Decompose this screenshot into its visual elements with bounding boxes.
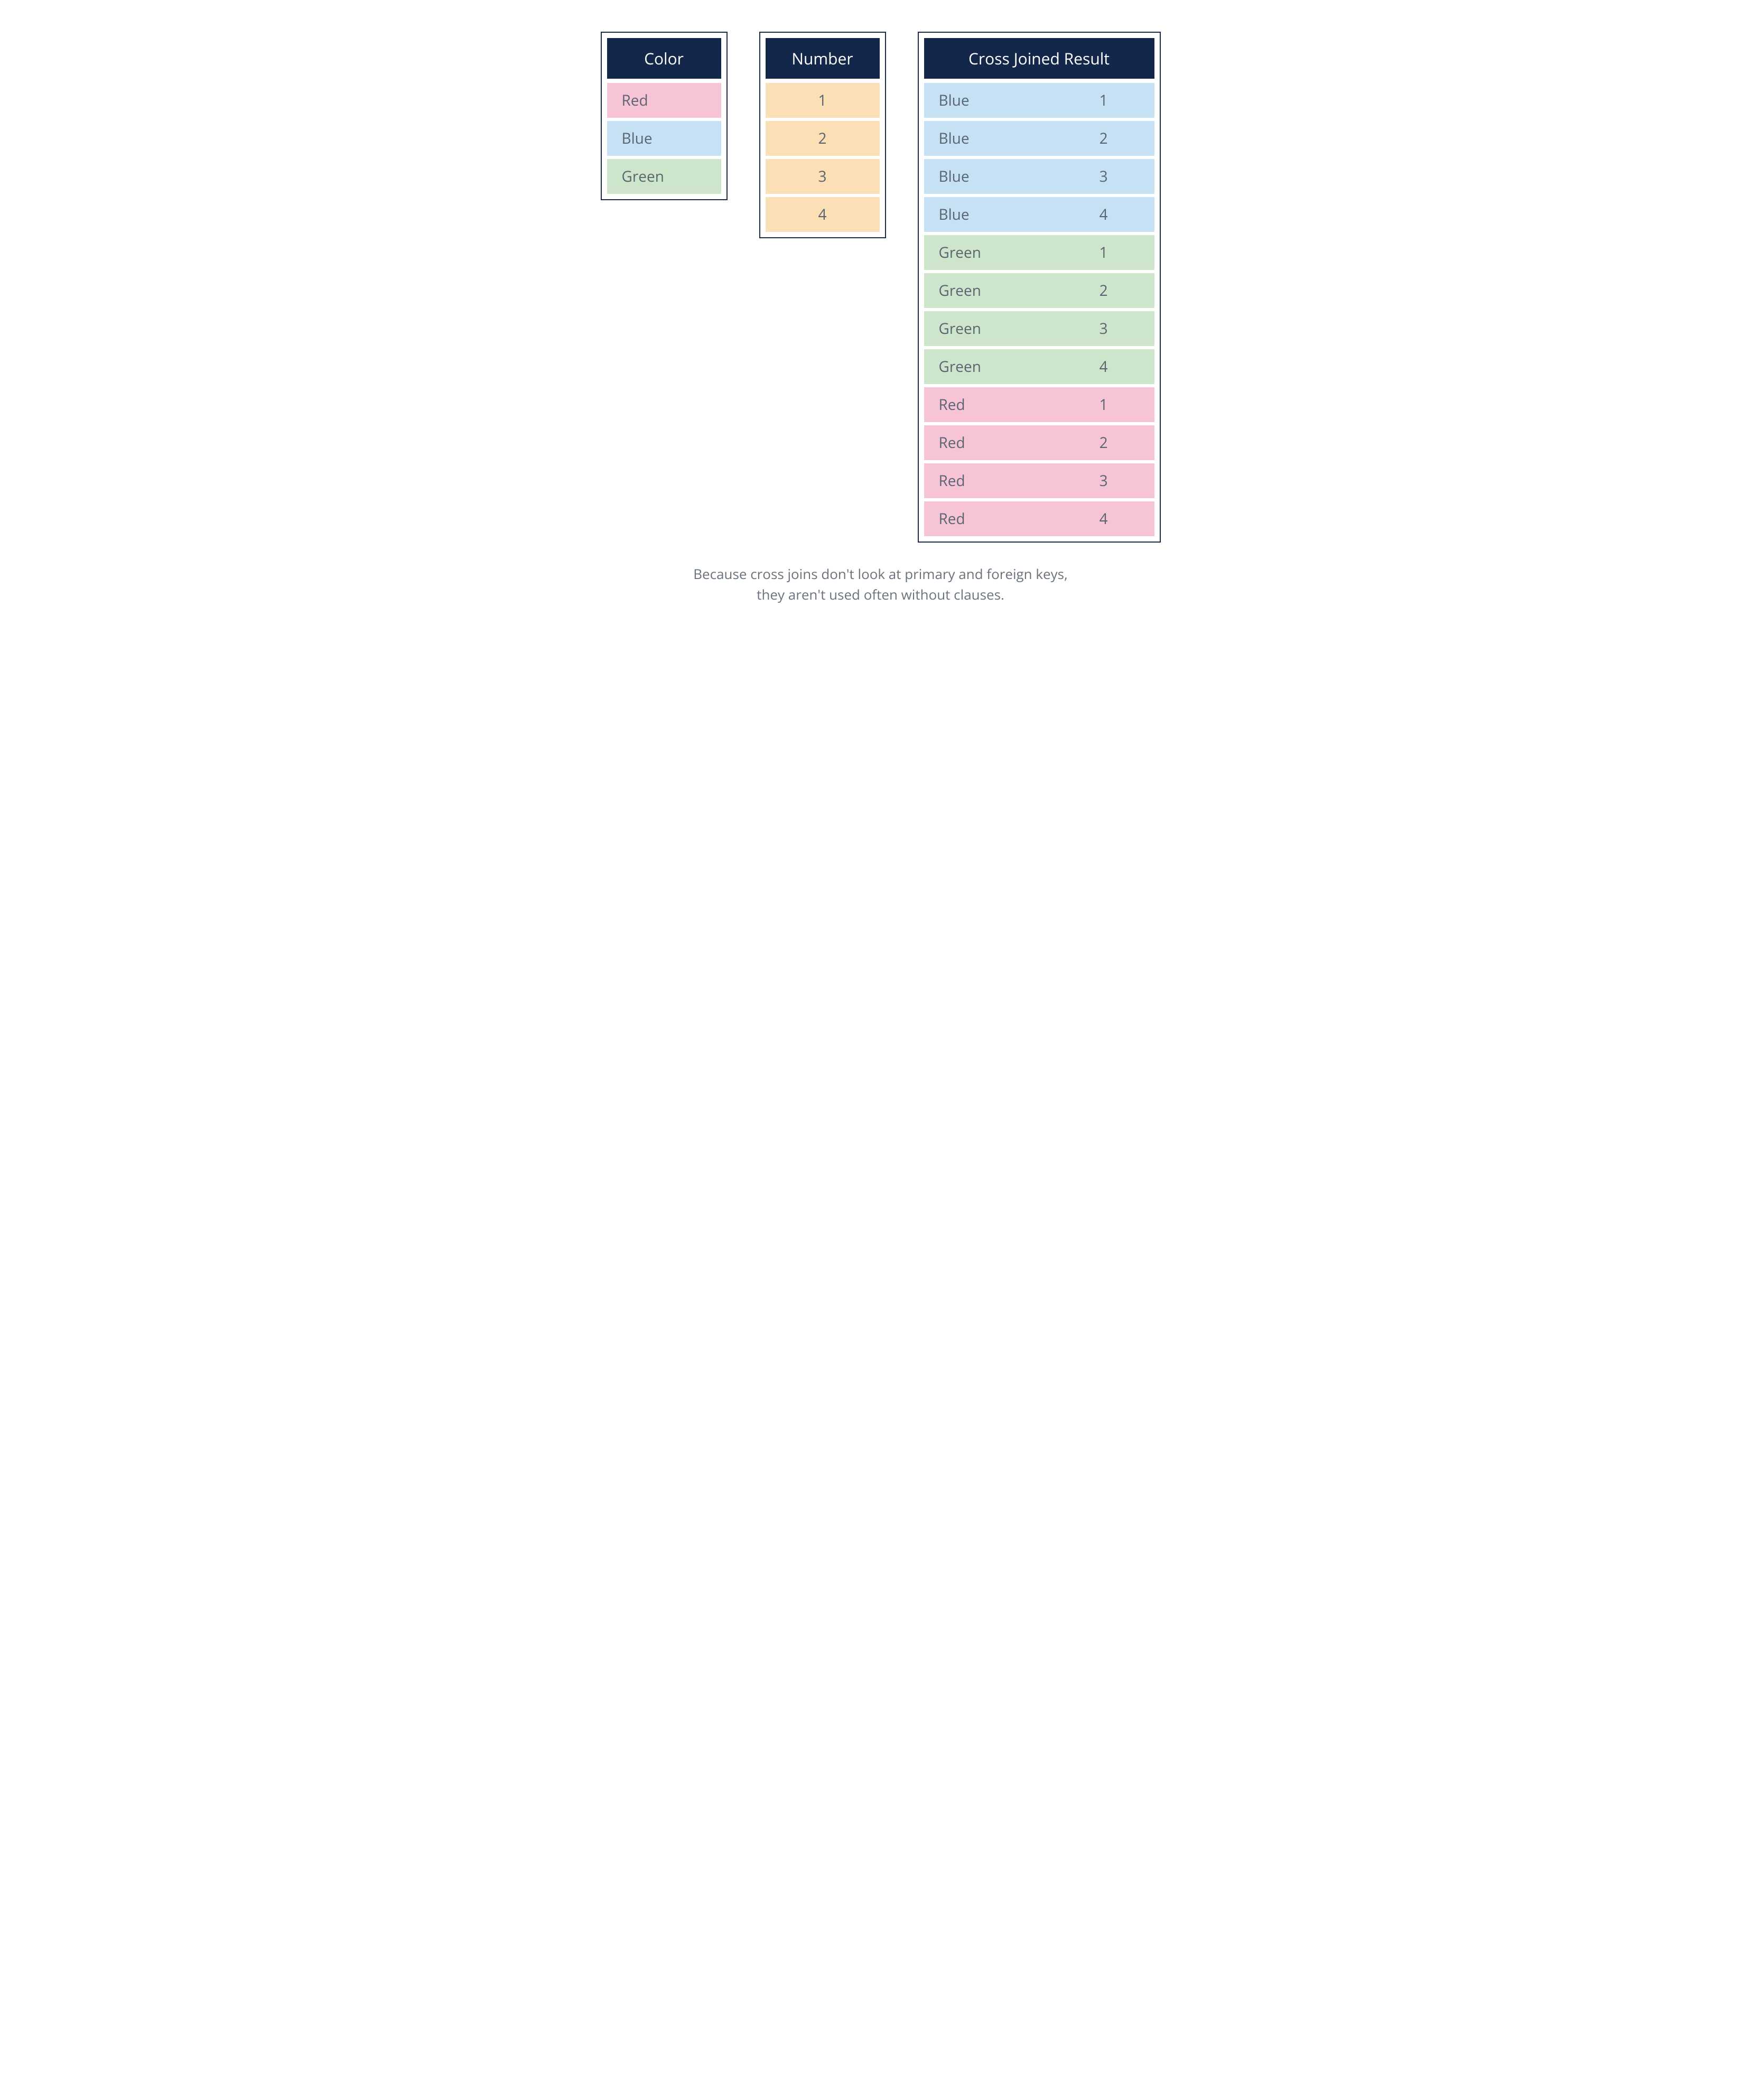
result-color-cell: Red <box>924 387 1053 422</box>
caption-line-1: Because cross joins don't look at primar… <box>693 564 1068 583</box>
number-table-header: Number <box>766 38 880 79</box>
color-table-header: Color <box>607 38 721 79</box>
color-cell: Green <box>607 159 721 194</box>
result-table-row: Red3 <box>924 463 1154 498</box>
color-table-row: Green <box>607 159 721 194</box>
result-number-cell: 4 <box>1053 197 1154 232</box>
result-number-cell: 4 <box>1053 501 1154 536</box>
result-number-cell: 1 <box>1053 235 1154 270</box>
caption-line-2: they aren't used often without clauses. <box>757 585 1004 604</box>
result-color-cell: Blue <box>924 121 1053 156</box>
color-table-row: Blue <box>607 121 721 156</box>
color-cell: Red <box>607 83 721 118</box>
result-color-cell: Blue <box>924 83 1053 118</box>
result-table-row: Green1 <box>924 235 1154 270</box>
result-table-row: Green3 <box>924 311 1154 346</box>
color-table-row: Red <box>607 83 721 118</box>
number-cell: 4 <box>766 197 880 232</box>
result-table-row: Red4 <box>924 501 1154 536</box>
result-color-cell: Blue <box>924 197 1053 232</box>
result-color-cell: Green <box>924 311 1053 346</box>
result-table-header: Cross Joined Result <box>924 38 1154 79</box>
result-color-cell: Red <box>924 425 1053 460</box>
result-color-cell: Red <box>924 463 1053 498</box>
result-color-cell: Blue <box>924 159 1053 194</box>
number-table-row: 3 <box>766 159 880 194</box>
result-table: Cross Joined Result Blue1Blue2Blue3Blue4… <box>918 32 1161 543</box>
result-number-cell: 1 <box>1053 387 1154 422</box>
result-table-row: Blue1 <box>924 83 1154 118</box>
result-number-cell: 2 <box>1053 425 1154 460</box>
result-color-cell: Green <box>924 235 1053 270</box>
number-table-row: 2 <box>766 121 880 156</box>
result-table-row: Blue2 <box>924 121 1154 156</box>
color-cell: Blue <box>607 121 721 156</box>
number-table-row: 1 <box>766 83 880 118</box>
result-color-cell: Red <box>924 501 1053 536</box>
number-table: Number 1234 <box>759 32 886 238</box>
color-table: Color RedBlueGreen <box>601 32 728 200</box>
result-table-row: Red1 <box>924 387 1154 422</box>
result-table-row: Red2 <box>924 425 1154 460</box>
result-table-row: Blue3 <box>924 159 1154 194</box>
result-number-cell: 3 <box>1053 463 1154 498</box>
number-cell: 1 <box>766 83 880 118</box>
number-cell: 3 <box>766 159 880 194</box>
result-number-cell: 2 <box>1053 273 1154 308</box>
number-cell: 2 <box>766 121 880 156</box>
result-number-cell: 3 <box>1053 311 1154 346</box>
result-number-cell: 1 <box>1053 83 1154 118</box>
result-table-row: Green2 <box>924 273 1154 308</box>
number-table-row: 4 <box>766 197 880 232</box>
result-color-cell: Green <box>924 349 1053 384</box>
result-number-cell: 4 <box>1053 349 1154 384</box>
caption-text: Because cross joins don't look at primar… <box>643 564 1119 605</box>
result-color-cell: Green <box>924 273 1053 308</box>
result-number-cell: 2 <box>1053 121 1154 156</box>
tables-container: Color RedBlueGreen Number 1234 Cross Joi… <box>21 32 1740 543</box>
result-number-cell: 3 <box>1053 159 1154 194</box>
result-table-row: Green4 <box>924 349 1154 384</box>
result-table-row: Blue4 <box>924 197 1154 232</box>
